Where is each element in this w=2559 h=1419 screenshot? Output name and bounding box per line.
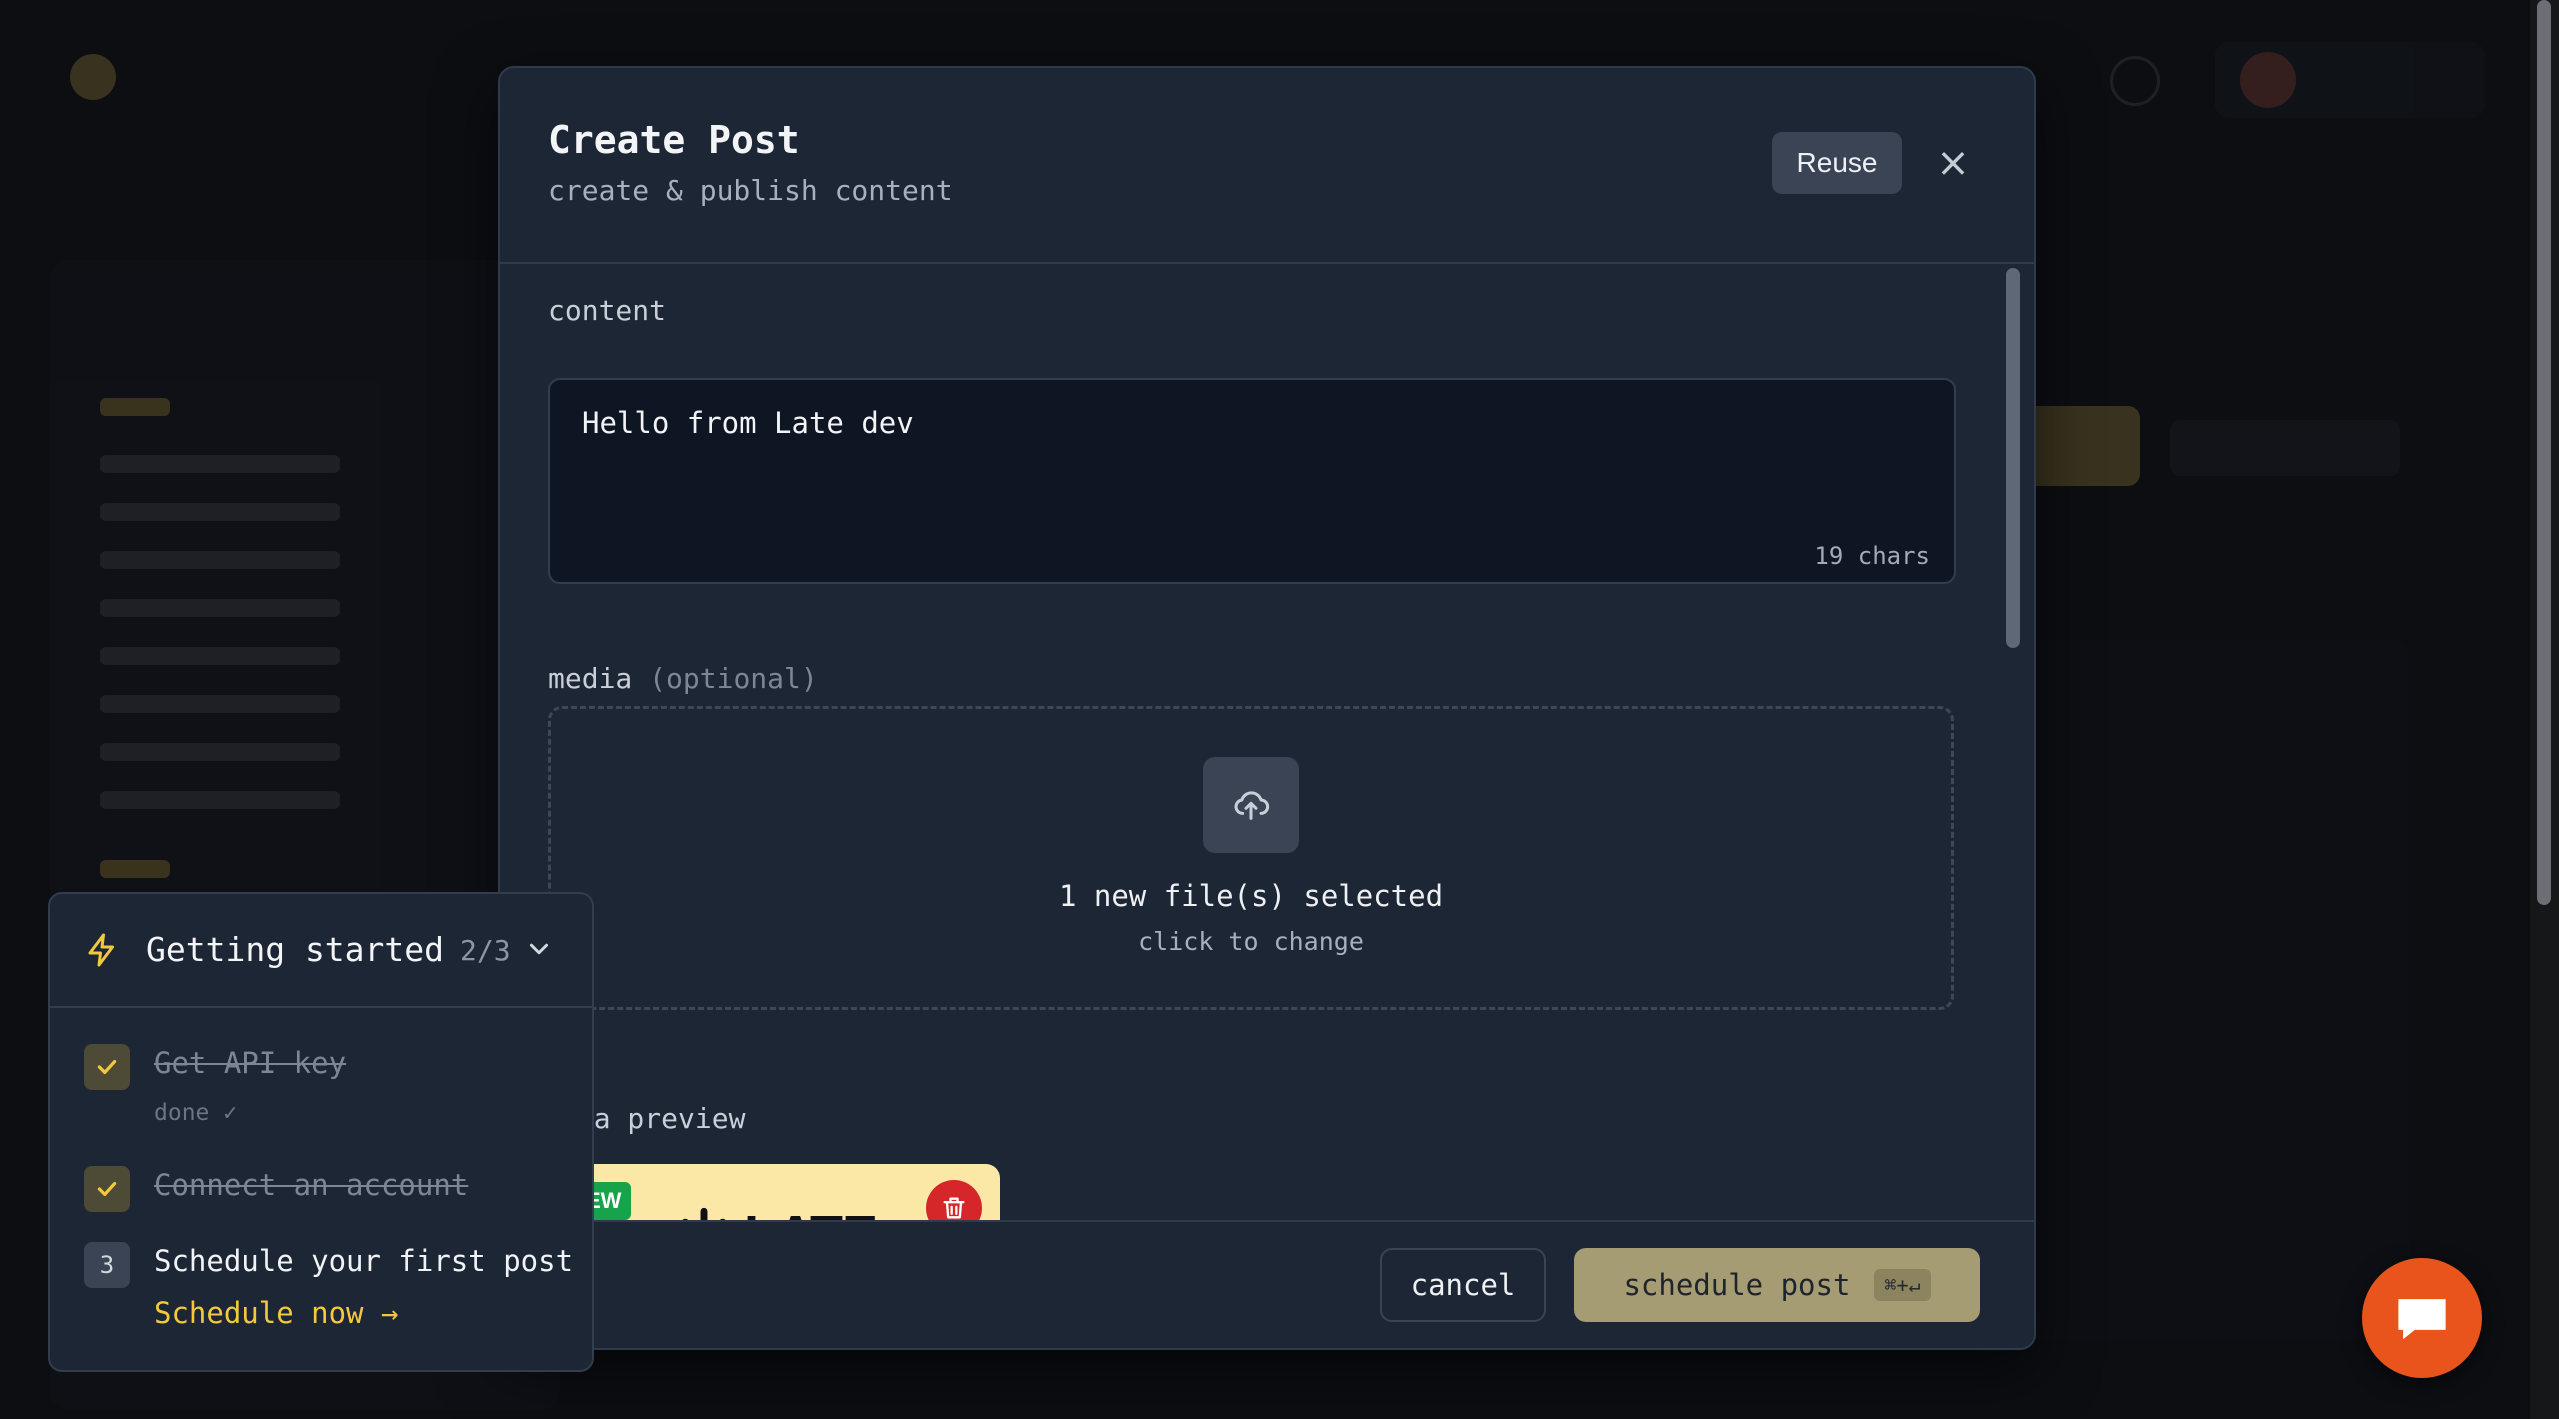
- trash-icon[interactable]: [926, 1180, 982, 1220]
- media-label-text: media: [548, 662, 633, 695]
- app-logo: [70, 54, 116, 100]
- media-preview-thumbnail: EW LATE: [578, 1164, 1000, 1220]
- late-logo-text: LATE: [744, 1205, 878, 1220]
- create-post-modal: Create Post create & publish content Reu…: [498, 66, 2036, 1350]
- late-logo: LATE: [678, 1204, 878, 1220]
- sidebar-item: [100, 455, 340, 473]
- sidebar-item: [100, 791, 340, 809]
- search-icon: [2110, 56, 2160, 106]
- media-dropzone[interactable]: 1 new file(s) selected click to change: [548, 706, 1954, 1010]
- sidebar-section: [100, 860, 170, 878]
- reuse-button[interactable]: Reuse: [1772, 132, 1902, 194]
- getting-started-widget: Getting started 2/3 Get API key done ✓ C…: [48, 892, 594, 1372]
- content-text: Hello from Late dev: [582, 406, 914, 440]
- cancel-button[interactable]: cancel: [1380, 1248, 1546, 1322]
- getting-started-header[interactable]: Getting started 2/3: [50, 894, 592, 1008]
- media-optional-label: (optional): [649, 662, 818, 695]
- char-count: 19 chars: [1814, 542, 1930, 570]
- sidebar-item: [100, 503, 340, 521]
- close-icon[interactable]: ×: [1930, 140, 1976, 186]
- checklist-item-connect-account: Connect an account: [154, 1168, 469, 1202]
- media-selected-text: 1 new file(s) selected: [1058, 879, 1444, 913]
- sidebar-item: [100, 647, 340, 665]
- modal-body: content Hello from Late dev 19 chars med…: [500, 264, 2010, 1220]
- background-secondary-button: [2170, 420, 2400, 476]
- modal-footer: cancel schedule post ⌘+↵: [500, 1220, 2034, 1348]
- media-change-hint: click to change: [1138, 927, 1364, 956]
- checklist-item-done-note: done ✓: [154, 1100, 238, 1126]
- schedule-post-button[interactable]: schedule post ⌘+↵: [1574, 1248, 1980, 1322]
- modal-scrollbar-thumb[interactable]: [2006, 268, 2020, 648]
- sidebar-item: [100, 695, 340, 713]
- check-icon: [84, 1044, 130, 1090]
- schedule-now-link[interactable]: Schedule now →: [154, 1296, 398, 1330]
- step-number: 3: [84, 1242, 130, 1288]
- chat-bubble-icon[interactable]: [2362, 1258, 2482, 1378]
- sidebar-section: [100, 398, 170, 416]
- getting-started-title: Getting started: [146, 930, 445, 969]
- background-panel: [2010, 640, 2410, 1340]
- upload-cloud-icon: [1203, 757, 1299, 853]
- sidebar-item: [100, 551, 340, 569]
- content-textarea[interactable]: Hello from Late dev 19 chars: [548, 378, 1956, 584]
- avatar: [2240, 52, 2296, 108]
- page-scrollbar-thumb[interactable]: [2537, 0, 2551, 905]
- getting-started-progress: 2/3: [460, 934, 511, 967]
- sidebar-item: [100, 599, 340, 617]
- chevron-down-icon[interactable]: [524, 934, 554, 968]
- modal-subtitle: create & publish content: [548, 174, 953, 207]
- checklist-item-get-api-key: Get API key: [154, 1046, 347, 1080]
- content-label: content: [548, 294, 667, 327]
- keyboard-shortcut: ⌘+↵: [1874, 1269, 1931, 1301]
- modal-header: Create Post create & publish content Reu…: [500, 68, 2034, 264]
- checklist-item-schedule-post: Schedule your first post: [154, 1244, 574, 1278]
- sidebar-item: [100, 743, 340, 761]
- background-primary-button: [2020, 406, 2140, 486]
- schedule-post-label: schedule post: [1623, 1268, 1851, 1302]
- modal-title: Create Post: [548, 118, 800, 162]
- check-icon: [84, 1166, 130, 1212]
- lightning-icon: [84, 930, 120, 974]
- media-label: media (optional): [548, 662, 818, 695]
